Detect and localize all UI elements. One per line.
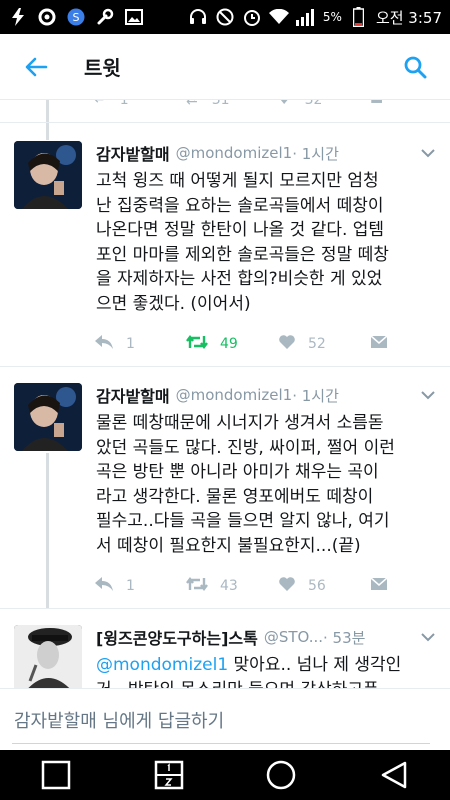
- avatar[interactable]: [14, 383, 82, 451]
- bolt-icon: [8, 7, 28, 27]
- reply-action[interactable]: 1: [94, 576, 186, 596]
- headset-icon: [188, 7, 208, 27]
- message-icon[interactable]: ▬: [370, 100, 383, 108]
- previous-tweet-actions: ↩ 1 ⇄ 31 ♥ 32 ▬: [94, 100, 394, 110]
- tweet-line: 포인 마마를 제외한 솔로곡들은 정말 떼창: [96, 244, 389, 265]
- reply-input[interactable]: 감자밭할매 님에게 답글하기: [14, 707, 224, 733]
- tweet-line: 서 떼창이 필요한지 불필요한지...(끝): [96, 535, 361, 556]
- like-icon: ♥: [278, 100, 291, 108]
- system-nav-bar: [0, 750, 450, 800]
- circle-icon[interactable]: [261, 755, 301, 795]
- search-icon[interactable]: [400, 52, 430, 82]
- svg-text:S: S: [73, 11, 80, 24]
- retweet-icon: [186, 334, 208, 354]
- caret-down-icon[interactable]: [420, 387, 436, 403]
- like-action[interactable]: 56: [278, 576, 370, 596]
- wifi-icon: [268, 7, 289, 27]
- tweet-line: 거.. 방탄의 목소리만 들으며 감상하고픈: [96, 678, 436, 689]
- caret-down-icon[interactable]: [420, 145, 436, 161]
- message-icon: [370, 334, 388, 354]
- image-icon: [124, 7, 144, 27]
- battery-icon: [349, 7, 369, 27]
- tweet-line: 고척 윙즈 때 어떻게 될지 모르지만 엄청: [96, 171, 379, 191]
- tweet[interactable]: 감자밭할매 @mondomizel1 · 1시간 고척 윙즈 때 어떻게 될지 …: [0, 122, 450, 366]
- battery-percent: 5%: [322, 10, 342, 24]
- status-bar: S 5% 오전 3:57: [0, 0, 450, 34]
- retweet-action[interactable]: 49: [186, 334, 278, 354]
- tweet-actions: 1 43 56: [94, 574, 394, 598]
- app-notification-icon: S: [66, 7, 86, 27]
- tweet-header: [윙즈콘양도구하는]스톡 @STO... · 53분: [96, 625, 436, 649]
- tweet-header: 감자밭할매 @mondomizel1 · 1시간: [96, 141, 436, 165]
- dual-window-icon[interactable]: [149, 755, 189, 795]
- like-action[interactable]: 52: [278, 334, 370, 354]
- thread-connector: [46, 453, 49, 609]
- mention-link[interactable]: @mondomizel1: [96, 655, 228, 675]
- previous-retweet-action[interactable]: ⇄ 31: [186, 100, 278, 108]
- user-handle[interactable]: @STO...: [264, 628, 323, 646]
- user-handle[interactable]: @mondomizel1: [176, 144, 293, 162]
- like-icon: [278, 576, 296, 596]
- avatar[interactable]: [14, 625, 82, 688]
- tweet-line: 난 집중력을 요하는 솔로곡들에서 떼창이: [96, 195, 384, 216]
- timestamp: · 53분: [323, 628, 366, 647]
- tweet-line: 으면 좋겠다. (이어서): [96, 293, 251, 314]
- tweet-line: 나온다면 정말 한탄이 나올 것 같다. 업템: [96, 220, 385, 240]
- display-name[interactable]: 감자밭할매: [96, 141, 170, 165]
- retweet-icon: [186, 576, 208, 596]
- reply-underline: [12, 743, 430, 744]
- tweet-line: 필수고..다들 곡을 들으면 알지 않나, 여기: [96, 511, 390, 531]
- tweet[interactable]: [윙즈콘양도구하는]스톡 @STO... · 53분 @mondomizel1 …: [0, 608, 450, 688]
- app-bar: 트윗: [0, 34, 450, 100]
- settings-notification-icon: [37, 7, 57, 27]
- tweet-line: 물론 떼창때문에 시너지가 생겨서 소름돋: [96, 413, 384, 433]
- clock: 오전 3:57: [375, 8, 442, 27]
- tweet-line: 았던 곡들도 많다. 진방, 싸이퍼, 쩔어 이런: [96, 437, 395, 458]
- user-handle[interactable]: @mondomizel1: [176, 386, 293, 404]
- previous-like-action[interactable]: ♥ 32: [278, 100, 370, 108]
- reply-bar: 감자밭할매 님에게 답글하기: [0, 688, 450, 750]
- tweet-line: 을 자제하자는 사전 합의?비슷한 게 있었: [96, 269, 383, 289]
- square-icon[interactable]: [36, 755, 76, 795]
- retweet-action[interactable]: 43: [186, 576, 278, 596]
- like-icon: [278, 334, 296, 354]
- no-sound-icon: [215, 7, 235, 27]
- message-icon: [370, 576, 388, 596]
- reply-icon: [94, 576, 114, 596]
- tweet-line: 곡은 방탄 뿐 아니라 아미가 채우는 곡이: [96, 462, 379, 482]
- tweet-text: @mondomizel1 맞아요.. 넘나 제 생각인 거.. 방탄의 목소리만…: [96, 653, 436, 688]
- retweet-icon: ⇄: [186, 100, 198, 108]
- tweet-text: 물론 떼창때문에 시너지가 생겨서 소름돋 았던 곡들도 많다. 진방, 싸이퍼…: [96, 411, 436, 558]
- tweet-text: 고척 윙즈 때 어떻게 될지 모르지만 엄청 난 집중력을 요하는 솔로곡들에서…: [96, 169, 436, 316]
- triangle-back-icon[interactable]: [374, 755, 414, 795]
- reply-icon: ↩: [94, 100, 106, 108]
- tweet-line: 라고 생각한다. 물론 영포에버도 떼창이: [96, 486, 374, 507]
- display-name[interactable]: [윙즈콘양도구하는]스톡: [96, 625, 258, 649]
- signal-icon: [295, 7, 316, 27]
- display-name[interactable]: 감자밭할매: [96, 383, 170, 407]
- tweet-line: @mondomizel1 맞아요.. 넘나 제 생각인: [96, 655, 402, 675]
- message-action[interactable]: [370, 334, 388, 354]
- back-arrow-icon[interactable]: [18, 49, 54, 85]
- caret-down-icon[interactable]: [420, 629, 436, 645]
- timestamp: · 1시간: [292, 386, 339, 405]
- message-action[interactable]: [370, 576, 388, 596]
- tweet-actions: 1 49 52: [94, 332, 394, 356]
- alarm-icon: [242, 7, 262, 27]
- timestamp: · 1시간: [292, 144, 339, 163]
- tweet-thread[interactable]: ↩ 1 ⇄ 31 ♥ 32 ▬ 감자밭할매 @mondomizel1 · 1시간 고척…: [0, 100, 450, 688]
- reply-action[interactable]: 1: [94, 334, 186, 354]
- reply-icon: [94, 334, 114, 354]
- avatar[interactable]: [14, 141, 82, 209]
- wrench-icon: [95, 7, 115, 27]
- tweet-header: 감자밭할매 @mondomizel1 · 1시간: [96, 383, 436, 407]
- page-title: 트윗: [84, 56, 121, 80]
- previous-reply-action[interactable]: ↩ 1: [94, 100, 186, 108]
- tweet[interactable]: 감자밭할매 @mondomizel1 · 1시간 물론 떼창때문에 시너지가 생…: [0, 366, 450, 609]
